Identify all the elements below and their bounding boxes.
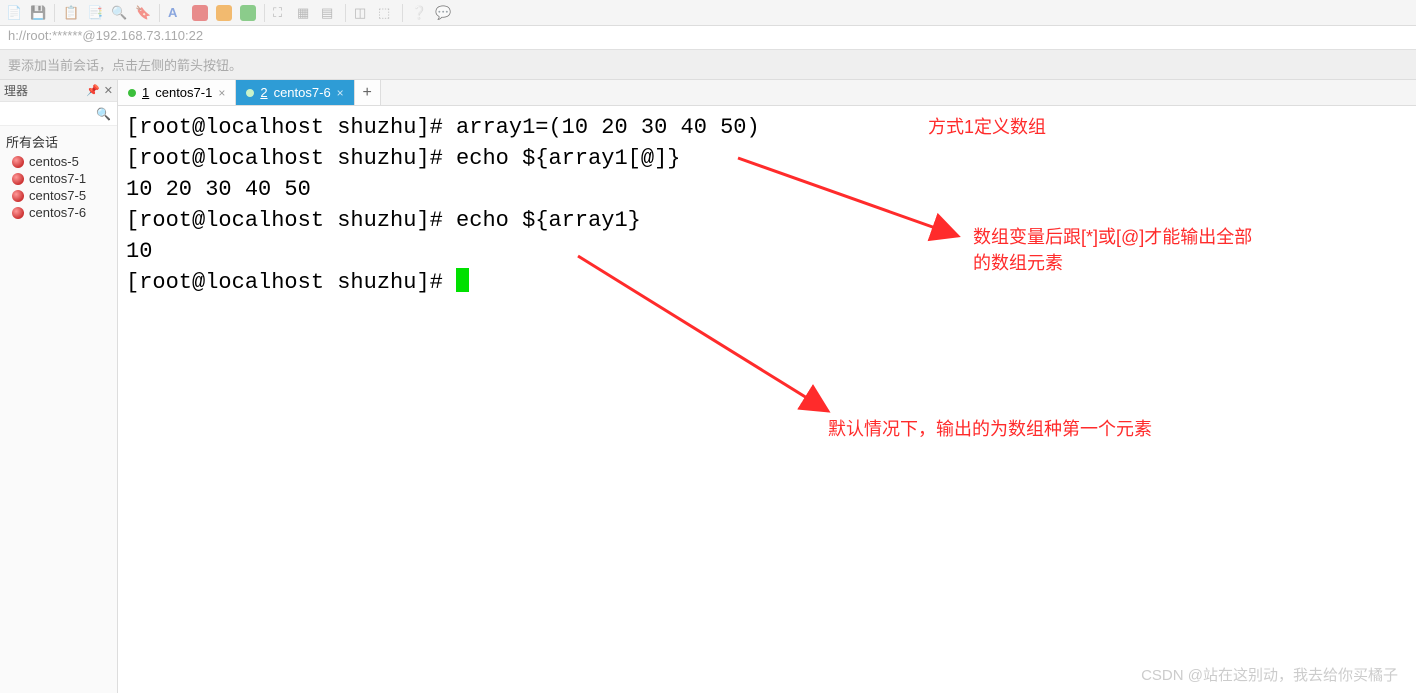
session-sidebar: 理器 📌 ✕ 🔍 所有会话 centos-5 centos7-1 centos7… [0, 80, 118, 693]
tree-root[interactable]: 所有会话 [4, 130, 113, 153]
session-icon [12, 173, 24, 185]
toolbar-icon[interactable]: 💾 [30, 5, 46, 21]
status-dot-icon [246, 89, 254, 97]
toolbar-icon[interactable]: 📑 [87, 5, 103, 21]
session-item[interactable]: centos7-6 [4, 204, 113, 221]
toolbar-icon[interactable]: 📄 [6, 5, 22, 21]
terminal-cursor [456, 268, 469, 292]
color-icon[interactable] [240, 5, 256, 21]
chat-icon[interactable]: 💬 [435, 5, 451, 21]
close-icon[interactable]: ✕ [104, 84, 113, 97]
watermark: CSDN @站在这别动，我去给你买橘子 [1141, 664, 1398, 685]
color-icon[interactable] [192, 5, 208, 21]
font-icon[interactable]: A [168, 5, 184, 21]
help-icon[interactable]: ❔ [411, 5, 427, 21]
search-icon[interactable]: 🔍 [111, 5, 127, 21]
layout-icon[interactable]: ◫ [354, 5, 370, 21]
address-bar[interactable]: h://root:******@192.168.73.110:22 [0, 26, 1416, 50]
grid-icon[interactable]: ▦ [297, 5, 313, 21]
pin-icon[interactable]: 📌 [86, 84, 100, 97]
session-item[interactable]: centos-5 [4, 153, 113, 170]
fullscreen-icon[interactable]: ⛶ [273, 5, 289, 21]
toolbar-icon[interactable]: 📋 [63, 5, 79, 21]
hint-bar: 要添加当前会话，点击左侧的箭头按钮。 [0, 50, 1416, 80]
layout-icon[interactable]: ⬚ [378, 5, 394, 21]
sidebar-search[interactable]: 🔍 [0, 102, 117, 126]
session-icon [12, 156, 24, 168]
bookmark-icon[interactable]: 🔖 [135, 5, 151, 21]
terminal-output[interactable]: [root@localhost shuzhu]# array1=(10 20 3… [118, 106, 1416, 304]
table-icon[interactable]: ▤ [321, 5, 337, 21]
main-toolbar: 📄 💾 📋 📑 🔍 🔖 A ⛶ ▦ ▤ ◫ ⬚ ❔ 💬 [0, 0, 1416, 26]
tab-centos7-6[interactable]: 2 centos7-6 × [236, 80, 354, 105]
sidebar-header: 理器 📌 ✕ [0, 80, 117, 102]
close-icon[interactable]: × [337, 86, 344, 100]
session-icon [12, 190, 24, 202]
session-item[interactable]: centos7-1 [4, 170, 113, 187]
session-tree: 所有会话 centos-5 centos7-1 centos7-5 centos… [0, 126, 117, 225]
tab-centos7-1[interactable]: 1 centos7-1 × [118, 80, 236, 105]
tab-bar: 1 centos7-1 × 2 centos7-6 × + [118, 80, 1416, 106]
status-dot-icon [128, 89, 136, 97]
close-icon[interactable]: × [218, 86, 225, 100]
color-icon[interactable] [216, 5, 232, 21]
annotation-3: 默认情况下，输出的为数组种第一个元素 [828, 416, 1152, 442]
session-icon [12, 207, 24, 219]
search-icon: 🔍 [96, 107, 111, 121]
sidebar-title: 理器 [4, 82, 28, 99]
session-item[interactable]: centos7-5 [4, 187, 113, 204]
new-tab-button[interactable]: + [355, 80, 381, 105]
